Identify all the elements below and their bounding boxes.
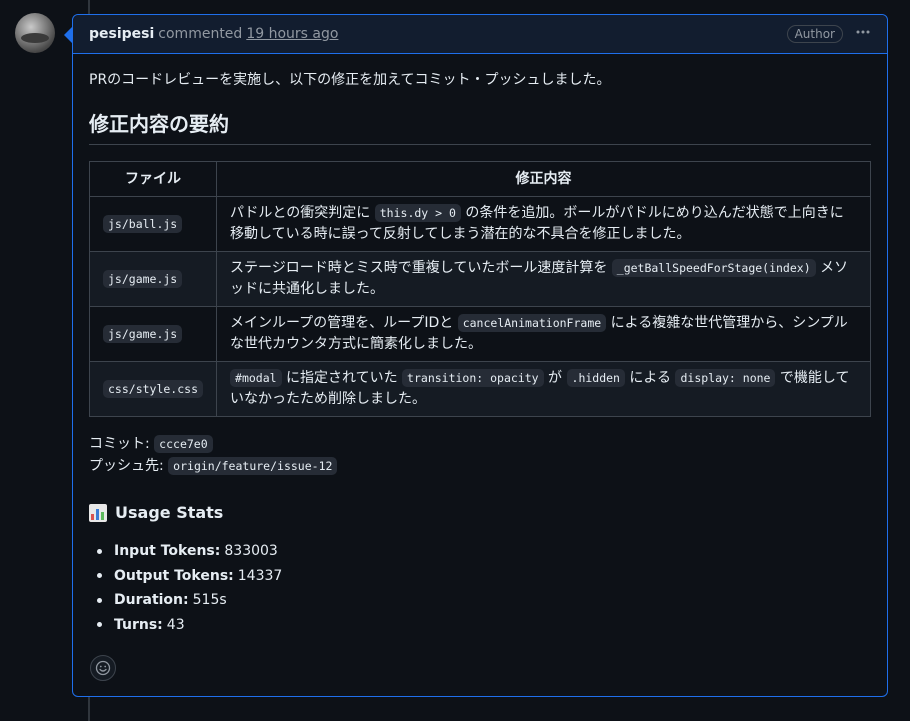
stats-heading: Usage Stats (89, 501, 871, 525)
description-text: パドルとの衝突判定に (230, 205, 375, 221)
author-badge: Author (786, 25, 843, 43)
comment-body: PRのコードレビューを実施し、以下の修正を加えてコミット・プッシュしました。 修… (73, 54, 887, 637)
table-cell-description: ステージロード時とミス時で重複していたボール速度計算を _getBallSpee… (216, 251, 871, 307)
table-row: css/style.css #modal に指定されていた transition:… (88, 361, 871, 417)
stat-value: 833003 (224, 543, 278, 559)
stat-value: 515s (192, 592, 227, 608)
table-cell-description: メインループの管理を、ループIDと cancelAnimationFrame に… (216, 306, 871, 362)
inline-code: #modal (230, 369, 282, 387)
file-path: js/game.js (103, 269, 183, 288)
intro-text: PRのコードレビューを実施し、以下の修正を加えてコミット・プッシュしました。 (89, 72, 611, 88)
push-line: プッシュ先: origin/feature/issue-12 (89, 455, 871, 477)
table-row: js/game.js ステージロード時とミス時で重複していたボール速度計算を _g… (88, 251, 871, 307)
table-header-file: ファイル (88, 161, 218, 197)
commit-line: コミット: ccce7e0 (89, 433, 871, 455)
stats-list: Input Tokens: 833003 Output Tokens: 1433… (89, 539, 871, 637)
bar-chart-icon-bar (101, 512, 104, 520)
stat-label: Turns: (114, 616, 163, 633)
push-branch: origin/feature/issue-12 (168, 457, 338, 475)
table-row: js/game.js メインループの管理を、ループIDと cancelAnimat… (88, 306, 871, 362)
table-cell-description: パドルとの衝突判定に this.dy > 0 の条件を追加。ボールがパドルにめり… (216, 196, 871, 252)
table-body: js/ball.js パドルとの衝突判定に this.dy > 0 の条件を追加。… (88, 196, 871, 417)
inline-code: .hidden (566, 369, 625, 387)
avatar[interactable] (15, 13, 55, 53)
timestamp-link[interactable]: 19 hours ago (246, 26, 338, 42)
description-text: に指定されていた (281, 370, 403, 386)
list-item: Output Tokens: 14337 (97, 564, 871, 589)
stats-heading-text: Usage Stats (115, 503, 224, 522)
bar-chart-icon-bar (91, 514, 94, 520)
kebab-horizontal-icon[interactable] (855, 24, 871, 44)
file-path: js/ball.js (103, 214, 183, 233)
table-header-row: ファイル 修正内容 (88, 161, 871, 197)
file-path: css/style.css (103, 379, 204, 398)
file-path: js/game.js (103, 324, 183, 343)
commit-hash: ccce7e0 (154, 435, 213, 453)
inline-code: cancelAnimationFrame (457, 314, 607, 332)
list-item: Turns: 43 (97, 613, 871, 638)
stat-value: 14337 (237, 567, 283, 584)
inline-code: _getBallSpeedForStage(index) (611, 259, 816, 277)
kebab-horizontal-icon-svg (856, 30, 870, 34)
commented-label: commented (158, 26, 243, 42)
table-cell-file: js/game.js (88, 251, 218, 307)
table-cell-file: js/ball.js (88, 196, 218, 252)
bar-chart-icon (89, 504, 107, 522)
stat-label: Duration: (114, 592, 189, 608)
author-link[interactable]: pesipesi (89, 26, 154, 42)
table-cell-description: #modal に指定されていた transition: opacity が .h… (216, 361, 871, 417)
description-text: が (543, 370, 567, 386)
description-text: による (624, 370, 676, 386)
stat-label: Input Tokens: (114, 543, 221, 559)
comment-header: pesipesi commented 19 hours ago Author (73, 15, 887, 54)
smiley-icon (95, 660, 111, 676)
stat-label: Output Tokens: (114, 567, 234, 584)
table-cell-file: css/style.css (88, 361, 218, 417)
changes-table: ファイル 修正内容 js/ball.js パドルとの衝突判定に this.dy >… (88, 161, 871, 417)
description-text: メインループの管理を、ループIDと (230, 315, 458, 331)
stat-value: 43 (166, 616, 185, 633)
inline-code: transition: opacity (402, 369, 544, 387)
push-label: プッシュ先: (89, 458, 164, 474)
table-row: js/ball.js パドルとの衝突判定に this.dy > 0 の条件を追加。… (88, 196, 871, 252)
commit-label: コミット: (89, 436, 150, 452)
table-header-description: 修正内容 (216, 161, 871, 197)
bar-chart-icon-bar (96, 509, 99, 520)
comment-card: pesipesi commented 19 hours ago Author P… (72, 14, 888, 697)
card-pointer (64, 27, 72, 43)
summary-heading: 修正内容の要約 (89, 110, 871, 145)
list-item: Input Tokens: 833003 (97, 539, 871, 564)
list-item: Duration: 515s (97, 588, 871, 613)
description-text: ステージロード時とミス時で重複していたボール速度計算を (230, 260, 612, 276)
table-cell-file: js/game.js (88, 306, 218, 362)
inline-code: display: none (675, 369, 776, 387)
inline-code: this.dy > 0 (374, 204, 461, 222)
add-reaction-button[interactable] (90, 655, 116, 681)
